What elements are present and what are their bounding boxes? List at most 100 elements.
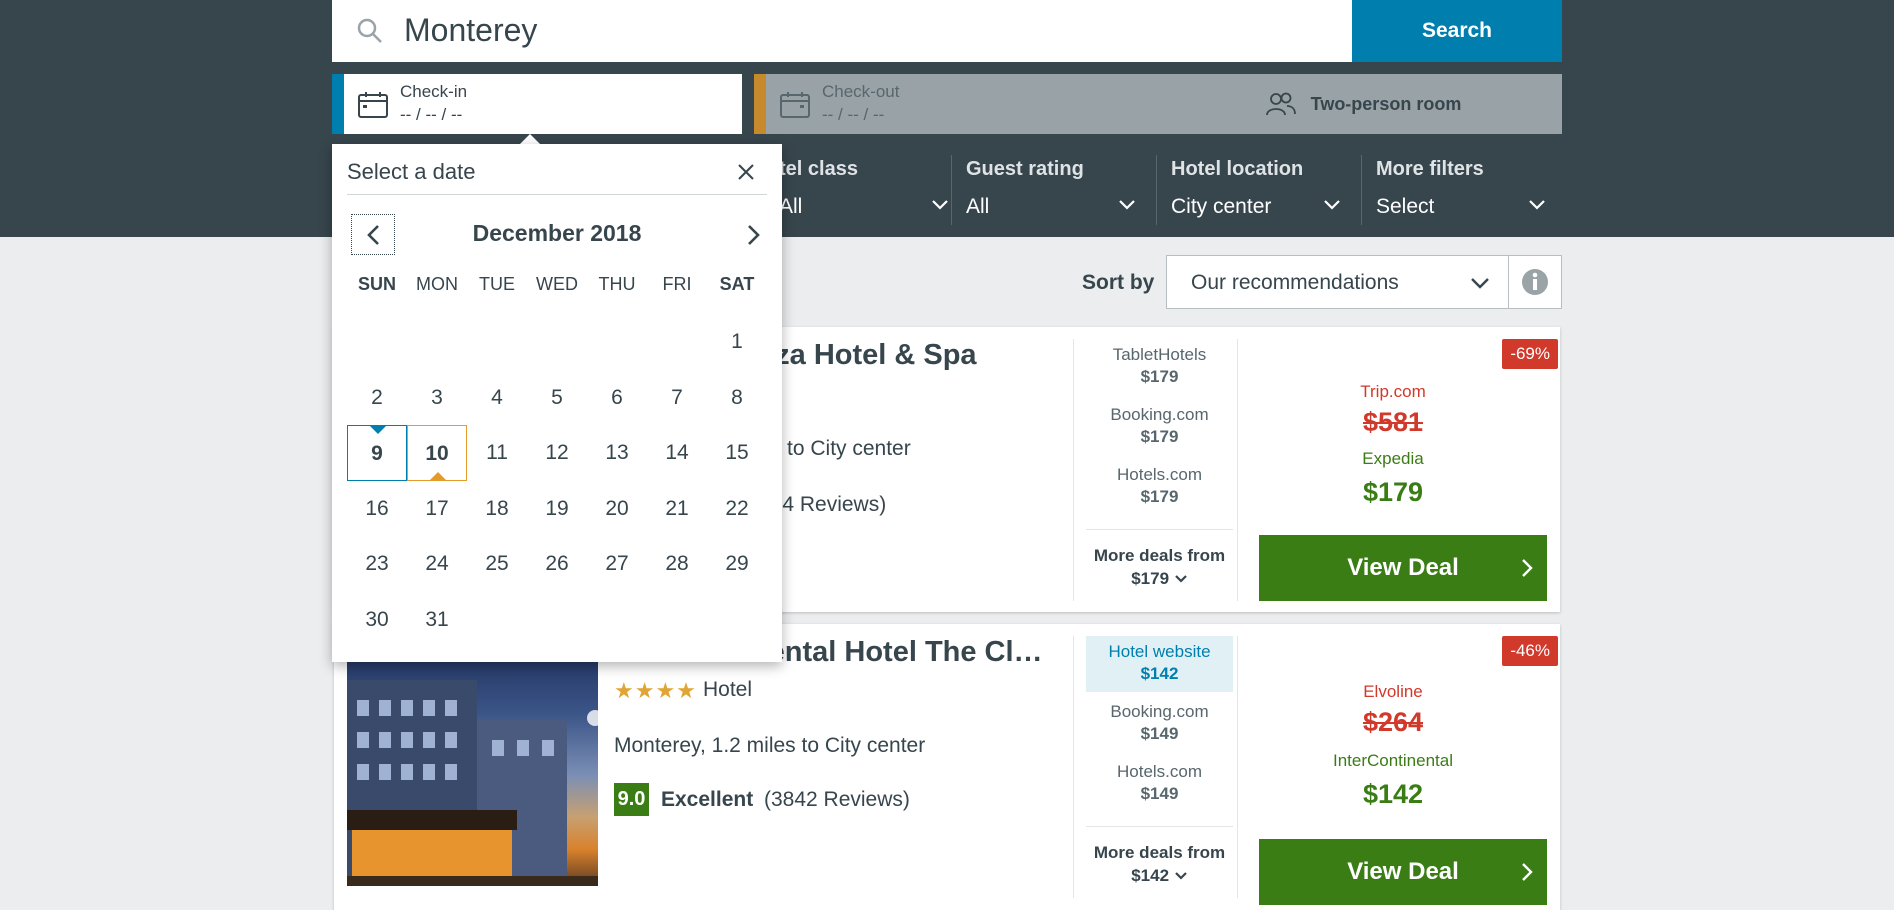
deal-price: $179 bbox=[1140, 487, 1179, 506]
chevron-down-icon bbox=[1175, 575, 1187, 583]
calendar-day-20[interactable]: 20 bbox=[587, 481, 647, 537]
more-deals-price: $142 bbox=[1131, 866, 1170, 885]
rating-count: (3842 Reviews) bbox=[764, 788, 910, 811]
search-value: Monterey bbox=[404, 12, 538, 48]
calendar-day-15[interactable]: 15 bbox=[707, 425, 767, 481]
calendar-day-10[interactable]: 10 bbox=[407, 425, 467, 481]
new-price: $179 bbox=[1362, 477, 1424, 507]
deal-item[interactable]: Hotels.com $149 bbox=[1086, 756, 1233, 812]
calendar-day-19[interactable]: 19 bbox=[527, 481, 587, 537]
old-provider: Trip.com bbox=[1360, 382, 1426, 401]
deal-price: $142 bbox=[1140, 664, 1179, 683]
best-deal: -46% Elvoline $264 InterContinental $142… bbox=[1249, 624, 1560, 910]
chevron-down-icon bbox=[932, 200, 948, 210]
sort-info-button[interactable] bbox=[1508, 255, 1562, 309]
calendar-day-16[interactable]: 16 bbox=[347, 481, 407, 537]
view-deal-button[interactable]: View Deal bbox=[1259, 535, 1547, 601]
deals-list: Hotel website $142 Booking.com $149 Hotels… bbox=[1073, 636, 1238, 898]
calendar-day-18[interactable]: 18 bbox=[467, 481, 527, 537]
rating-score: 9.0 bbox=[614, 783, 649, 816]
calendar-day-17[interactable]: 17 bbox=[407, 481, 467, 537]
calendar-day-6[interactable]: 6 bbox=[587, 370, 647, 426]
sort-label: Sort by bbox=[1082, 271, 1155, 294]
view-deal-label: View Deal bbox=[1347, 554, 1459, 581]
deal-item[interactable]: Booking.com $149 bbox=[1086, 696, 1233, 752]
calendar-day-24[interactable]: 24 bbox=[407, 536, 467, 592]
new-provider: Expedia bbox=[1362, 449, 1424, 468]
calendar-day-31[interactable]: 31 bbox=[407, 592, 467, 648]
checkin-marker bbox=[370, 426, 386, 434]
checkout-field[interactable]: Check-out -- / -- / -- bbox=[754, 74, 1164, 134]
room-selector[interactable]: Two-person room bbox=[1164, 74, 1562, 134]
close-icon[interactable] bbox=[736, 162, 756, 182]
calendar-day-3[interactable]: 3 bbox=[407, 370, 467, 426]
calendar-day-7[interactable]: 7 bbox=[647, 370, 707, 426]
more-deals-button[interactable]: More deals from $142 bbox=[1086, 826, 1233, 887]
calendar-day-5[interactable]: 5 bbox=[527, 370, 587, 426]
calendar-day-2[interactable]: 2 bbox=[347, 370, 407, 426]
calendar-day-22[interactable]: 22 bbox=[707, 481, 767, 537]
calendar-day-28[interactable]: 28 bbox=[647, 536, 707, 592]
deal-provider: Hotel website bbox=[1108, 642, 1211, 661]
filter-guest-rating[interactable]: Guest rating All bbox=[951, 155, 1146, 225]
more-deals-label: More deals from bbox=[1093, 843, 1226, 862]
checkin-field[interactable]: Check-in -- / -- / -- bbox=[332, 74, 742, 134]
month-label: December 2018 bbox=[472, 220, 642, 246]
deal-price: $179 bbox=[1140, 427, 1179, 446]
filter-hotel-location[interactable]: Hotel location City center bbox=[1156, 155, 1351, 225]
chevron-right-icon bbox=[748, 224, 760, 245]
search-button[interactable]: Search bbox=[1352, 0, 1562, 62]
calendar-day-14[interactable]: 14 bbox=[647, 425, 707, 481]
calendar-icon bbox=[358, 92, 388, 118]
calendar-day-8[interactable]: 8 bbox=[707, 370, 767, 426]
calendar-icon bbox=[780, 92, 810, 118]
weekday-thu: THU bbox=[598, 274, 636, 294]
checkout-marker bbox=[430, 472, 446, 480]
calendar-day-11[interactable]: 11 bbox=[467, 425, 527, 481]
weekday-wed: WED bbox=[536, 274, 578, 294]
chevron-down-icon bbox=[1119, 200, 1135, 210]
calendar-day-29[interactable]: 29 bbox=[707, 536, 767, 592]
calendar-day-25[interactable]: 25 bbox=[467, 536, 527, 592]
new-provider: InterContinental bbox=[1332, 751, 1454, 770]
chevron-down-icon bbox=[1324, 200, 1340, 210]
calendar-day-23[interactable]: 23 bbox=[347, 536, 407, 592]
calendar-day-4[interactable]: 4 bbox=[467, 370, 527, 426]
deal-provider: Booking.com bbox=[1110, 405, 1209, 424]
view-deal-button[interactable]: View Deal bbox=[1259, 839, 1547, 905]
deal-item[interactable]: Booking.com $179 bbox=[1086, 399, 1233, 455]
next-month-button[interactable] bbox=[732, 214, 776, 255]
calendar-day-1[interactable]: 1 bbox=[707, 314, 767, 370]
deal-item[interactable]: Hotel website $142 bbox=[1086, 636, 1233, 692]
filter-hotel-class[interactable]: tel class All bbox=[764, 155, 959, 225]
calendar-day-21[interactable]: 21 bbox=[647, 481, 707, 537]
weekday-fri: FRI bbox=[662, 274, 692, 294]
more-deals-button[interactable]: More deals from $179 bbox=[1086, 529, 1233, 590]
calendar-day-13[interactable]: 13 bbox=[587, 425, 647, 481]
result-card[interactable]: InterContinental Hotel The Cl… ★★★★ Hote… bbox=[334, 624, 1560, 910]
calendar-day-9[interactable]: 9 bbox=[347, 425, 407, 481]
calendar-day-12[interactable]: 12 bbox=[527, 425, 587, 481]
more-deals-price: $179 bbox=[1131, 569, 1170, 588]
deal-item[interactable]: Hotels.com $179 bbox=[1086, 459, 1233, 515]
calendar-day-26[interactable]: 26 bbox=[527, 536, 587, 592]
filter-label: Hotel location bbox=[1171, 158, 1304, 180]
sort-select[interactable]: Our recommendations bbox=[1166, 255, 1509, 309]
search-input[interactable]: Monterey bbox=[332, 0, 1352, 62]
weekday-mon: MON bbox=[416, 274, 458, 294]
filter-label: More filters bbox=[1376, 158, 1484, 180]
hotel-photo[interactable] bbox=[347, 640, 598, 886]
checkin-value: -- / -- / -- bbox=[400, 105, 463, 124]
old-price: $581 bbox=[1362, 407, 1424, 437]
weekday-sat: SAT bbox=[719, 274, 755, 294]
chevron-down-icon bbox=[1471, 278, 1489, 289]
deal-provider: Hotels.com bbox=[1116, 762, 1203, 781]
checkin-label: Check-in bbox=[400, 82, 468, 101]
calendar-day-30[interactable]: 30 bbox=[347, 592, 407, 648]
best-deal: -69% Trip.com $581 Expedia $179 View Dea… bbox=[1249, 327, 1560, 612]
filter-label: Guest rating bbox=[966, 158, 1084, 180]
calendar-day-27[interactable]: 27 bbox=[587, 536, 647, 592]
deal-price: $149 bbox=[1140, 724, 1179, 743]
deal-item[interactable]: TabletHotels $179 bbox=[1086, 339, 1233, 395]
filter-more[interactable]: More filters Select bbox=[1361, 155, 1556, 225]
